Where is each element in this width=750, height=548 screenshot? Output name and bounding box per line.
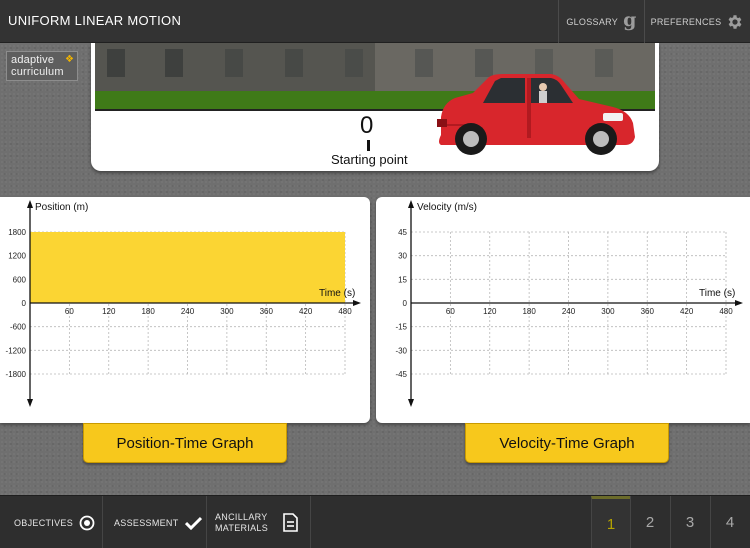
x-tick-label: 360 — [260, 307, 274, 316]
x-tick-label: 240 — [562, 307, 576, 316]
y-tick-label: -45 — [395, 370, 407, 379]
red-car[interactable] — [433, 73, 638, 163]
glossary-label: GLOSSARY — [566, 16, 619, 27]
x-tick-label: 120 — [483, 307, 497, 316]
y-tick-label: 1800 — [8, 228, 26, 237]
assessment-label: ASSESSMENT — [114, 517, 179, 528]
y-axis-arrow-up — [27, 200, 33, 208]
x-tick-label: 300 — [220, 307, 234, 316]
y-tick-labels: 1800 1200 600 0 -600 -1200 -1800 — [6, 228, 27, 379]
document-icon — [283, 513, 298, 532]
page-button-4[interactable]: 4 — [710, 496, 749, 548]
y-tick-label: -1200 — [6, 346, 27, 355]
x-axis-label: Time (s) — [699, 288, 735, 299]
x-tick-label: 480 — [338, 307, 352, 316]
adaptive-curriculum-logo: adaptive curriculum ❖ — [6, 51, 78, 81]
objectives-label: OBJECTIVES — [14, 517, 74, 528]
position-time-chart: Position (m) Time (s) 60 120 180 240 300 360 4… — [6, 200, 361, 407]
y-tick-label: -15 — [395, 323, 407, 332]
y-tick-label: 15 — [398, 275, 407, 284]
x-tick-label: 60 — [446, 307, 455, 316]
ancillary-label: ANCILLARY MATERIALS — [215, 511, 269, 533]
y-tick-label: 45 — [398, 228, 407, 237]
page-button-1[interactable]: 1 — [591, 496, 630, 548]
y-tick-label: -1800 — [6, 370, 27, 379]
y-axis-arrow-down — [408, 399, 414, 407]
bottom-bar: OBJECTIVES ASSESSMENT ANCILLARY MATERIAL… — [0, 495, 750, 548]
y-tick-label: 0 — [403, 299, 408, 308]
logo-line-1: adaptive — [11, 54, 55, 66]
glossary-icon: g — [623, 8, 637, 31]
position-area-fill — [30, 232, 345, 303]
y-tick-label: 600 — [13, 275, 27, 284]
y-axis-arrow-down — [27, 399, 33, 407]
logo-mark-icon: ❖ — [65, 54, 74, 65]
position-time-graph-button[interactable]: Position-Time Graph — [83, 423, 287, 463]
y-axis-label: Position (m) — [35, 202, 88, 213]
x-axis-arrow — [353, 300, 361, 306]
page-button-2[interactable]: 2 — [630, 496, 669, 548]
x-tick-label: 480 — [719, 307, 733, 316]
preferences-label: PREFERENCES — [650, 16, 722, 27]
y-tick-label: 0 — [22, 299, 27, 308]
y-tick-labels: 45 30 15 0 -15 -30 -45 — [395, 228, 407, 379]
velocity-time-chart: Velocity (m/s) Time (s) 60 120 180 240 300 36… — [395, 200, 743, 407]
velocity-time-graph-button[interactable]: Velocity-Time Graph — [465, 423, 669, 463]
x-tick-label: 420 — [299, 307, 313, 316]
x-tick-label: 60 — [65, 307, 74, 316]
glossary-button[interactable]: GLOSSARY g — [558, 0, 644, 43]
preferences-button[interactable]: PREFERENCES — [644, 0, 750, 43]
y-tick-label: 30 — [398, 252, 407, 261]
assessment-button[interactable]: ASSESSMENT — [103, 496, 207, 548]
x-tick-label: 120 — [102, 307, 116, 316]
ancillary-materials-button[interactable]: ANCILLARY MATERIALS — [207, 496, 311, 548]
x-tick-label: 180 — [141, 307, 155, 316]
app-title: UNIFORM LINEAR MOTION — [8, 13, 182, 28]
x-axis-arrow — [735, 300, 743, 306]
x-tick-label: 300 — [601, 307, 615, 316]
x-tick-label: 420 — [680, 307, 694, 316]
checkmark-icon — [184, 516, 202, 530]
y-tick-label: -30 — [395, 346, 407, 355]
y-axis-label: Velocity (m/s) — [417, 202, 477, 213]
position-time-graph-panel: Position (m) Time (s) 60 120 180 240 300 360 4… — [0, 197, 370, 423]
x-axis-label: Time (s) — [319, 288, 355, 299]
starting-point-marker — [367, 140, 370, 151]
x-tick-labels: 60 120 180 240 300 360 420 480 — [446, 307, 733, 316]
velocity-time-graph-panel: Velocity (m/s) Time (s) 60 120 180 240 300 36… — [376, 197, 750, 423]
simulation-scene: 0 Starting point — [91, 43, 659, 171]
page-button-3[interactable]: 3 — [670, 496, 709, 548]
position-readout: 0 — [360, 112, 374, 139]
gear-icon — [728, 14, 742, 29]
objectives-button[interactable]: OBJECTIVES — [0, 496, 103, 548]
x-tick-labels: 60 120 180 240 300 360 420 480 — [65, 307, 352, 316]
logo-line-2: curriculum — [11, 66, 64, 78]
target-icon — [79, 515, 95, 530]
x-tick-label: 180 — [522, 307, 536, 316]
x-tick-label: 240 — [181, 307, 195, 316]
y-axis-arrow-up — [408, 200, 414, 208]
starting-point-label: Starting point — [331, 152, 408, 167]
top-bar: UNIFORM LINEAR MOTION GLOSSARY g PREFERE… — [0, 0, 750, 43]
y-tick-label: 1200 — [8, 252, 26, 261]
x-tick-label: 360 — [641, 307, 655, 316]
y-tick-label: -600 — [10, 323, 27, 332]
